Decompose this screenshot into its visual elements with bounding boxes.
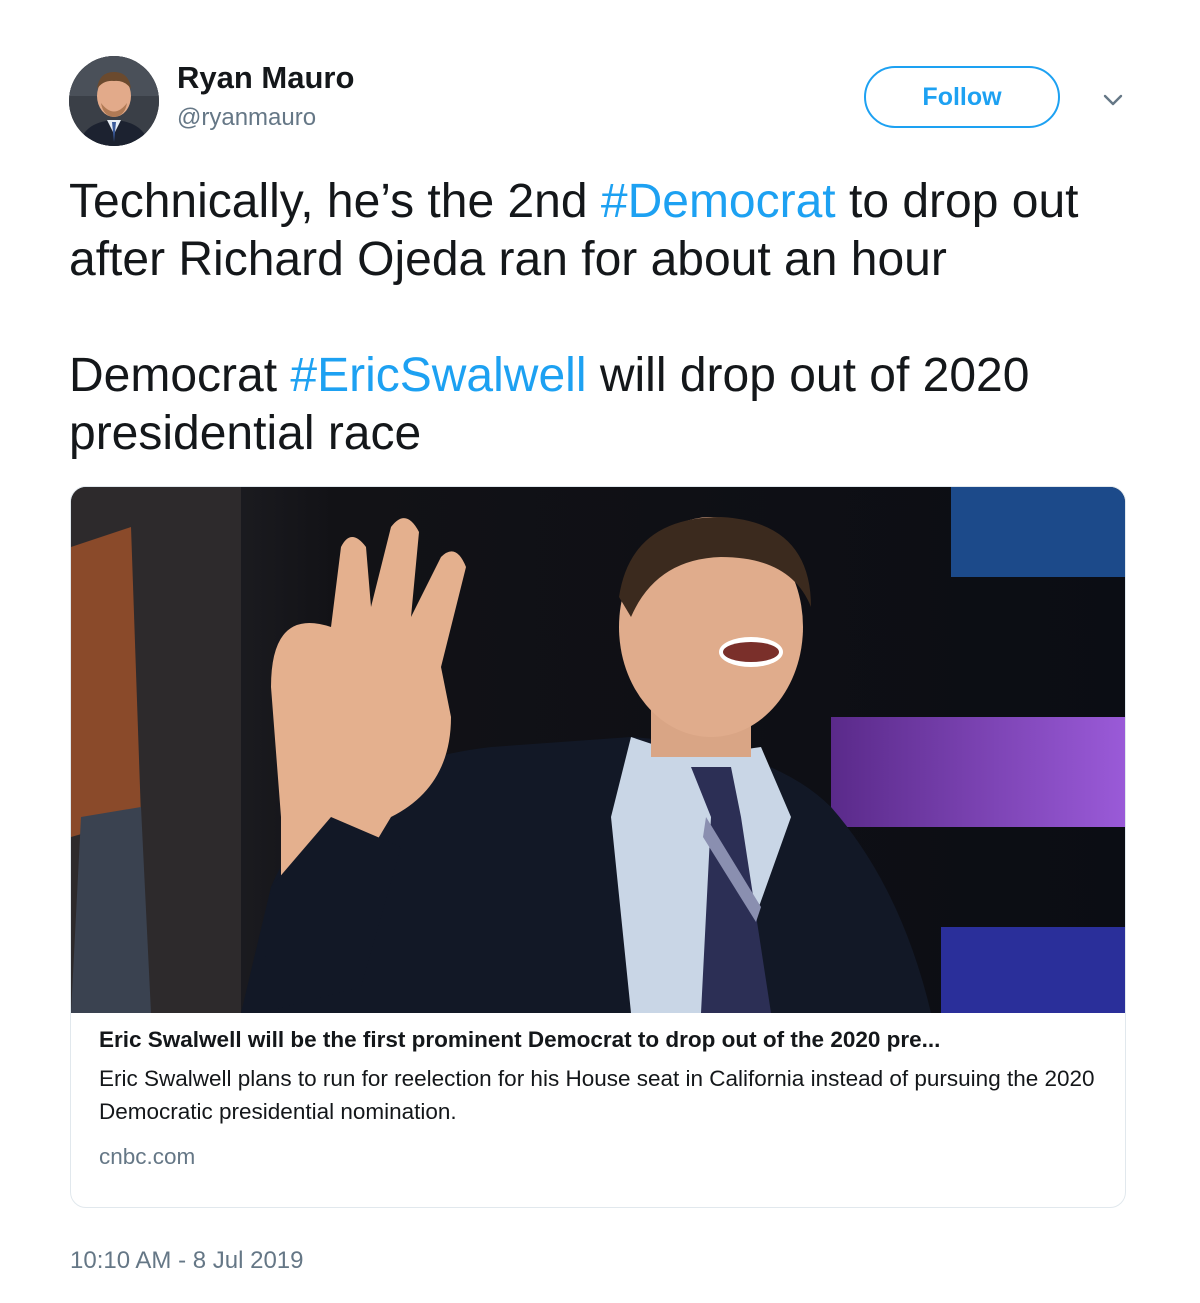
link-card[interactable]: Eric Swalwell will be the first prominen… [70, 486, 1126, 1208]
card-image [71, 487, 1125, 1013]
user-name[interactable]: Ryan Mauro [177, 60, 354, 96]
tweet-paragraph-2: Democrat #EricSwalwell will drop out of … [69, 347, 1149, 463]
tweet-timestamp[interactable]: 10:10 AM - 8 Jul 2019 [70, 1247, 303, 1275]
tweet: Ryan Mauro @ryanmauro Follow Technically… [0, 0, 1200, 1303]
avatar[interactable] [69, 56, 159, 146]
card-body: Eric Swalwell will be the first prominen… [99, 1024, 1099, 1172]
card-description: Eric Swalwell plans to run for reelectio… [99, 1066, 1095, 1124]
card-title: Eric Swalwell will be the first prominen… [99, 1027, 941, 1052]
chevron-down-icon[interactable] [1099, 88, 1127, 112]
tweet-text-segment: Democrat [69, 349, 291, 402]
tweet-paragraph-1: Technically, he’s the 2nd #Democrat to d… [69, 173, 1149, 289]
tweet-text: Technically, he’s the 2nd #Democrat to d… [69, 173, 1149, 463]
user-handle[interactable]: @ryanmauro [177, 104, 316, 132]
hashtag-democrat[interactable]: #Democrat [601, 175, 836, 228]
follow-button[interactable]: Follow [864, 66, 1060, 128]
card-domain: cnbc.com [99, 1144, 196, 1169]
avatar-photo [69, 56, 159, 146]
hashtag-ericswalwell[interactable]: #EricSwalwell [290, 349, 586, 402]
tweet-text-segment: Technically, he’s the 2nd [69, 175, 601, 228]
